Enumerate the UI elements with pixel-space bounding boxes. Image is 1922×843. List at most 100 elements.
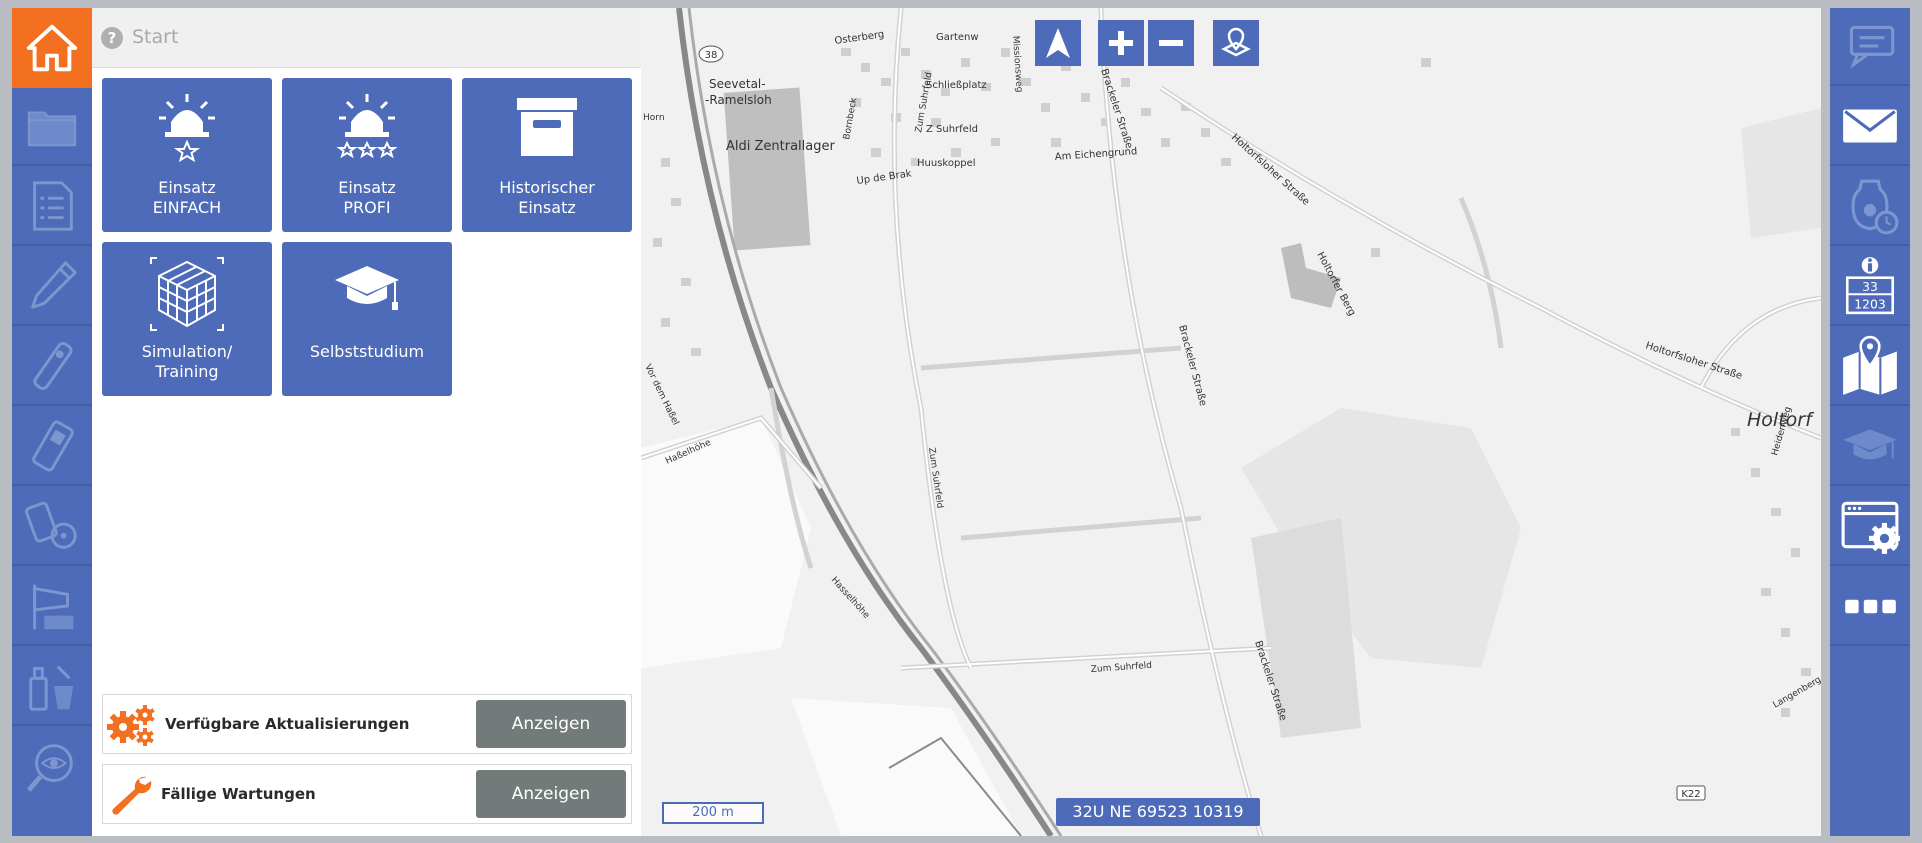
tile-label: Historischer Einsatz (499, 178, 595, 217)
map-label-gartenw: Gartenw (936, 32, 979, 43)
home-icon (26, 24, 78, 72)
gas-detector-icon (33, 341, 73, 391)
map-canvas: Seevetal- -Ramelsloh Aldi Zentrallager O… (641, 8, 1821, 836)
map-label-ramelsloh: -Ramelsloh (705, 93, 772, 107)
hazard-info-icon: 33 1203 (1845, 257, 1895, 315)
more-icon (1845, 599, 1896, 614)
scale-bar: 200 m (662, 802, 764, 824)
hazard-info-button[interactable]: 33 1203 (1830, 248, 1910, 326)
maintenance-row: Fällige Wartungen Anzeigen (102, 764, 632, 824)
map-label-zum-suhrfeld-bottom: Zum Suhrfeld (1091, 661, 1153, 675)
left-toolbar (12, 8, 92, 836)
map-label-missionsweg: Missionsweg (1010, 36, 1024, 93)
tile-label: Selbststudium (309, 342, 425, 361)
tile-selbststudium[interactable]: Selbststudium (282, 242, 452, 396)
zoom-in-button[interactable] (1098, 20, 1144, 66)
settings-window-icon (1841, 501, 1900, 554)
map-label-horn: Horn (643, 113, 665, 123)
hazard-number: 33 (1862, 279, 1878, 294)
coordinate-readout[interactable]: 32U NE 69523 10319 (1056, 798, 1260, 826)
gears-icon (107, 705, 155, 746)
tile-historischer-einsatz[interactable]: Historischer Einsatz (462, 78, 632, 232)
map-label-k22: K22 (1681, 789, 1700, 800)
page-title: Start (132, 26, 179, 48)
map-label-osterberg: Osterberg (834, 29, 885, 47)
windsock-icon (33, 584, 74, 630)
show-maintenance-button[interactable]: Anzeigen (476, 770, 626, 818)
windsock-button[interactable] (12, 568, 92, 646)
education-icon (1843, 429, 1897, 460)
zoom-out-icon (1159, 40, 1183, 46)
search-eye-button[interactable] (12, 728, 92, 806)
updates-row: Verfügbare Aktualisierungen Anzeigen (102, 694, 632, 754)
map-label-huuskoppel: Huuskoppel (917, 158, 976, 169)
zoom-in-icon (1109, 31, 1133, 55)
right-toolbar: 33 1203 (1830, 8, 1910, 836)
updates-label: Verfügbare Aktualisierungen (165, 715, 410, 733)
tile-label: Simulation/ Training (141, 342, 233, 381)
checklist-button[interactable] (12, 168, 92, 246)
handheld-device-icon (32, 420, 74, 472)
handheld-device-button[interactable] (12, 408, 92, 486)
tile-simulation-training[interactable]: Simulation/ Training (102, 242, 272, 396)
cube-icon (150, 257, 224, 331)
breathing-timer-button[interactable] (1830, 168, 1910, 246)
north-button[interactable] (1035, 20, 1081, 66)
chemical-bottles-button[interactable] (12, 648, 92, 726)
search-eye-icon (26, 744, 73, 792)
un-number: 1203 (1854, 297, 1886, 312)
mail-button[interactable] (1830, 88, 1910, 166)
map-label-hasselhohe-2: Hasselhöhe (829, 575, 872, 621)
folder-button[interactable] (12, 88, 92, 166)
locate-button[interactable] (1213, 20, 1259, 66)
education-button[interactable] (1830, 408, 1910, 486)
folder-icon (27, 111, 77, 147)
chemical-bottles-icon (29, 665, 74, 711)
svg-text:?: ? (108, 29, 117, 47)
map-label-bornbeck: Bornbeck (842, 96, 859, 140)
pen-icon (31, 261, 77, 309)
show-updates-button[interactable]: Anzeigen (476, 700, 626, 748)
maintenance-label: Fällige Wartungen (161, 785, 316, 803)
map-pin-icon (1843, 335, 1897, 395)
map-button[interactable] (1830, 328, 1910, 406)
map-label-vor-dem-hassel: Vor dem Haßel (642, 363, 680, 427)
alarm-light-one-star-icon (159, 94, 215, 162)
pen-button[interactable] (12, 248, 92, 326)
locate-icon (1221, 27, 1251, 57)
help-icon[interactable]: ? (100, 26, 124, 50)
north-arrow-icon (1046, 28, 1070, 58)
map-label-brackeler-mid: Brackeler Straße (1176, 324, 1208, 407)
settings-button[interactable] (1830, 488, 1910, 566)
forest-area (1741, 108, 1821, 238)
mail-icon (1843, 109, 1897, 143)
map-label-langenberg: Langenberg (1772, 675, 1822, 711)
map-label-aldi: Aldi Zentrallager (726, 139, 835, 154)
map-view[interactable]: Seevetal- -Ramelsloh Aldi Zentrallager O… (641, 8, 1821, 836)
graduation-cap-icon (335, 266, 399, 310)
map-label-38: 38 (705, 50, 718, 61)
chat-button[interactable] (1830, 8, 1910, 86)
panel-header: ? Start (92, 8, 641, 68)
tile-label: Einsatz EINFACH (152, 178, 222, 217)
zoom-out-button[interactable] (1148, 20, 1194, 66)
home-button[interactable] (12, 8, 92, 88)
archive-box-icon (517, 98, 577, 156)
breathing-timer-icon (1851, 179, 1899, 235)
start-panel: ? Start Einsatz EINFACH Einsatz PROFI Hi… (92, 8, 641, 836)
radiation-meter-button[interactable] (12, 488, 92, 566)
building-aldi (723, 87, 811, 251)
map-label-schliessplatz: Schließplatz (926, 80, 987, 91)
tile-einsatz-einfach[interactable]: Einsatz EINFACH (102, 78, 272, 232)
checklist-icon (33, 181, 73, 231)
tile-einsatz-profi[interactable]: Einsatz PROFI (282, 78, 452, 232)
more-button[interactable] (1830, 568, 1910, 646)
radiation-meter-icon (25, 501, 77, 549)
open-field (791, 698, 1021, 836)
chat-icon (1849, 25, 1895, 69)
gas-detector-button[interactable] (12, 328, 92, 406)
map-label-z-suhrfeld: Z Suhrfeld (926, 124, 978, 135)
alarm-light-three-stars-icon (336, 94, 398, 159)
map-label-seevetal: Seevetal- (709, 77, 766, 91)
map-label-up-de-brak: Up de Brak (856, 168, 913, 187)
